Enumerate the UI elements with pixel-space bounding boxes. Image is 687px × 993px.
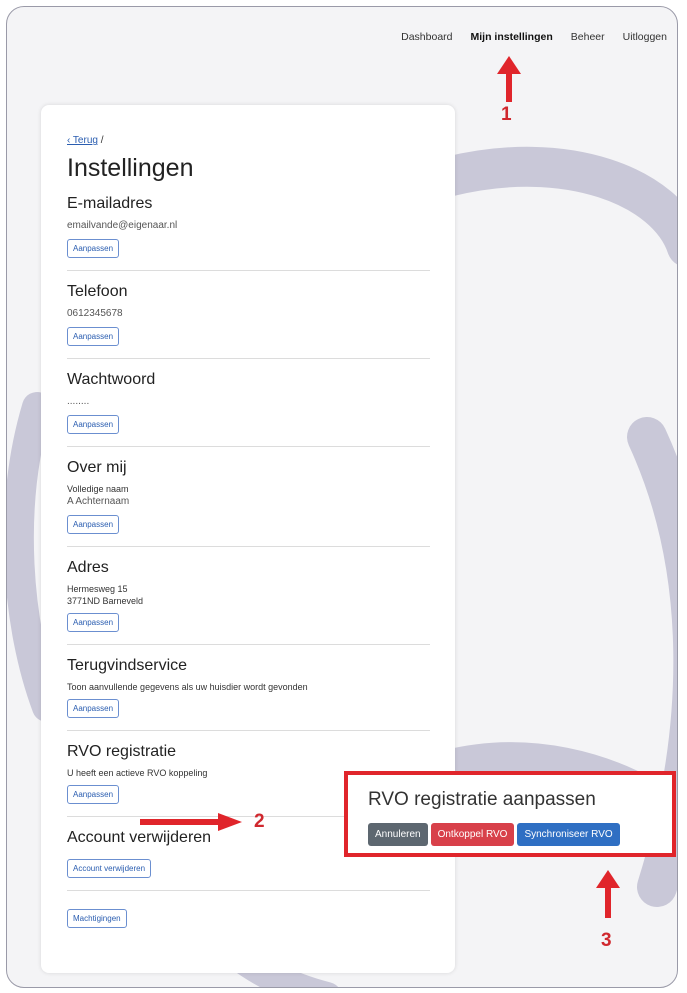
edit-address-button[interactable]: Aanpassen bbox=[67, 613, 120, 632]
full-name-label: Volledige naam bbox=[67, 484, 129, 494]
address-line-2: 3771ND Barneveld bbox=[67, 596, 144, 606]
annotation-number-3: 3 bbox=[601, 930, 612, 951]
section-title: E-mailadres bbox=[67, 195, 153, 212]
section-title: Adres bbox=[67, 559, 109, 576]
section-about: Over mij Volledige naam A Achternaam Aan… bbox=[67, 459, 430, 547]
section-password: Wachtwoord ........ Aanpassen bbox=[67, 371, 430, 447]
edit-recovery-button[interactable]: Aanpassen bbox=[67, 699, 120, 718]
section-title: RVO registratie bbox=[67, 743, 177, 760]
section-authorizations: Machtigingen bbox=[67, 903, 430, 940]
password-value: ........ bbox=[67, 396, 90, 407]
section-title: Wachtwoord bbox=[67, 371, 156, 388]
annotation-number-2: 2 bbox=[254, 811, 265, 832]
edit-email-button[interactable]: Aanpassen bbox=[67, 239, 120, 258]
section-title: Telefoon bbox=[67, 283, 128, 300]
back-link[interactable]: ‹ Terug bbox=[67, 135, 98, 146]
edit-phone-button[interactable]: Aanpassen bbox=[67, 327, 120, 346]
arrow-right-icon bbox=[140, 813, 242, 831]
section-address: Adres Hermesweg 15 3771ND Barneveld Aanp… bbox=[67, 559, 430, 645]
address-line-1: Hermesweg 15 bbox=[67, 584, 128, 594]
section-title: Over mij bbox=[67, 459, 127, 476]
breadcrumb: ‹ Terug / bbox=[67, 135, 430, 146]
modal-actions: Annuleren Ontkoppel RVO Synchroniseer RV… bbox=[368, 823, 620, 846]
section-email: E-mailadres emailvande@eigenaar.nl Aanpa… bbox=[67, 195, 430, 271]
nav-my-settings[interactable]: Mijn instellingen bbox=[471, 31, 553, 43]
modal-title: RVO registratie aanpassen bbox=[368, 789, 596, 810]
nav-dashboard[interactable]: Dashboard bbox=[401, 31, 452, 43]
section-title: Terugvindservice bbox=[67, 657, 188, 674]
email-value: emailvande@eigenaar.nl bbox=[67, 220, 178, 231]
phone-value: 0612345678 bbox=[67, 308, 123, 319]
delete-account-button[interactable]: Account verwijderen bbox=[67, 859, 152, 878]
authorizations-button[interactable]: Machtigingen bbox=[67, 909, 127, 928]
breadcrumb-separator: / bbox=[100, 135, 104, 146]
recovery-description: Toon aanvullende gegevens als uw huisdie… bbox=[67, 682, 308, 692]
sync-rvo-button[interactable]: Synchroniseer RVO bbox=[517, 823, 620, 846]
page-title: Instellingen bbox=[67, 154, 194, 182]
arrow-up-icon bbox=[497, 56, 521, 102]
top-navigation: Dashboard Mijn instellingen Beheer Uitlo… bbox=[401, 31, 667, 43]
edit-about-button[interactable]: Aanpassen bbox=[67, 515, 120, 534]
annotation-number-1: 1 bbox=[501, 104, 512, 125]
edit-password-button[interactable]: Aanpassen bbox=[67, 415, 120, 434]
arrow-up-icon bbox=[596, 870, 620, 918]
section-phone: Telefoon 0612345678 Aanpassen bbox=[67, 283, 430, 359]
rvo-edit-modal: RVO registratie aanpassen Annuleren Ontk… bbox=[344, 771, 676, 857]
cancel-button[interactable]: Annuleren bbox=[368, 823, 428, 846]
disconnect-rvo-button[interactable]: Ontkoppel RVO bbox=[430, 823, 515, 846]
section-recovery: Terugvindservice Toon aanvullende gegeve… bbox=[67, 657, 430, 731]
nav-beheer[interactable]: Beheer bbox=[571, 31, 605, 43]
edit-rvo-button[interactable]: Aanpassen bbox=[67, 785, 120, 804]
full-name-value: A Achternaam bbox=[67, 496, 130, 507]
nav-logout[interactable]: Uitloggen bbox=[623, 31, 667, 43]
